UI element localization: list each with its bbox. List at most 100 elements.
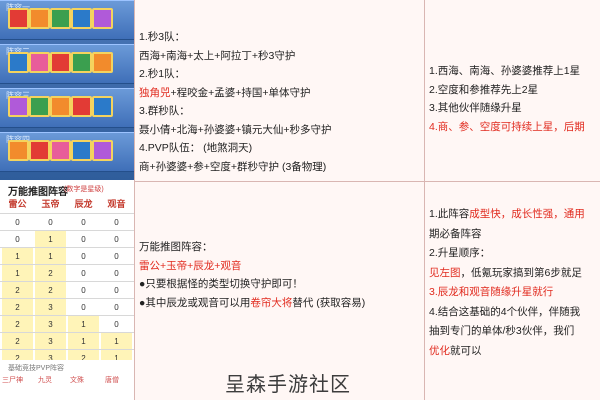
team-row: 阵容四 bbox=[0, 132, 134, 172]
table-cell: 2 bbox=[2, 316, 33, 333]
hero-avatar-icon bbox=[92, 140, 113, 161]
table-cell: 0 bbox=[114, 252, 119, 261]
table-cell: 0 bbox=[114, 320, 119, 329]
text-line: 优化就可以 bbox=[429, 342, 585, 362]
team-row: 阵容二 bbox=[0, 44, 134, 84]
text-line: 2.秒1队： bbox=[139, 68, 186, 80]
highlight-text: 雷公+玉帝+辰龙+观音 bbox=[139, 259, 242, 272]
table-cell: 0 bbox=[81, 235, 86, 244]
middle-bottom-text: 万能推图阵容： 雷公+玉帝+辰龙+观音 ●只要根据怪的类型切换守护即可！ ●其中… bbox=[139, 238, 365, 312]
table-cell: 1 bbox=[68, 333, 99, 350]
table-cell: 1 bbox=[68, 316, 99, 333]
table-cell: 0 bbox=[114, 218, 119, 227]
text-line: 独角兕+程咬金+孟婆+持国+单体守护 bbox=[139, 84, 332, 103]
table-row: 2311 bbox=[0, 332, 134, 350]
table-cell: 3 bbox=[35, 316, 66, 333]
hero-avatar-icon bbox=[50, 52, 71, 73]
highlight-text: 见左图 bbox=[429, 266, 461, 279]
pvp-name: 唐僧 bbox=[105, 377, 119, 384]
highlight-text: 3.辰龙和观音随缘升星就行 bbox=[429, 286, 554, 298]
hero-avatar-icon bbox=[50, 140, 71, 161]
hero-avatar-icon bbox=[71, 140, 92, 161]
header-cell: 雷公 bbox=[8, 199, 27, 209]
text-fragment: ，低氪玩家搞到第6步就足 bbox=[460, 266, 582, 279]
header-cell: 辰龙 bbox=[74, 199, 93, 209]
pvp-table-title: 基础竞技PVP阵容 bbox=[8, 365, 65, 372]
table-cell: 0 bbox=[48, 218, 53, 227]
text-line: 商+孙婆婆+参+空度+群秒守护 (3备物理) bbox=[139, 160, 327, 173]
hero-avatar-icon bbox=[8, 96, 29, 117]
table-cell: 1 bbox=[35, 248, 66, 265]
hero-avatar-icon bbox=[29, 8, 50, 29]
table-cell: 3 bbox=[35, 299, 66, 316]
hero-avatar-icon bbox=[8, 52, 29, 73]
hero-avatar-icon bbox=[8, 8, 29, 29]
table-cell: 0 bbox=[114, 286, 119, 295]
table-cell: 0 bbox=[114, 303, 119, 312]
team-row: 阵容三 bbox=[0, 88, 134, 128]
text-line: 1.此阵容成型快，成长性强，通用 bbox=[429, 205, 585, 225]
table-cell: 3 bbox=[35, 333, 66, 350]
star-table-header: 雷公 玉帝 辰龙 观音 bbox=[0, 196, 134, 212]
text-line: ●其中辰龙或观音可以用卷帘大将替代 (获取容易) bbox=[139, 294, 365, 313]
text-line: 见左图，低氪玩家搞到第6步就足 bbox=[429, 264, 585, 284]
hero-avatar-icon bbox=[92, 8, 113, 29]
table-cell: 2 bbox=[2, 333, 33, 350]
highlight-text: 独角兕 bbox=[139, 86, 171, 99]
highlight-text: 卷帘大将 bbox=[250, 296, 293, 309]
text-line: 2.空度和参推荐先上2星 bbox=[429, 83, 539, 96]
table-cell: 1 bbox=[2, 265, 33, 282]
hero-avatar-icon bbox=[50, 8, 71, 29]
hero-avatar-icon bbox=[71, 52, 92, 73]
table-cell: 1 bbox=[35, 231, 66, 248]
table-row: 231 0 bbox=[0, 315, 134, 333]
table-cell: 0 bbox=[81, 303, 86, 312]
pvp-name: 三尸神 bbox=[2, 377, 23, 384]
hero-avatar-icon bbox=[92, 52, 113, 73]
screenshot-page: 阵容一 阵容二 阵容三 bbox=[0, 0, 600, 400]
text-line: 1.西海、南海、孙婆婆推荐上1星 bbox=[429, 65, 581, 77]
hero-avatar-icon bbox=[8, 140, 29, 161]
table-row: 0 1 0 0 bbox=[0, 230, 134, 248]
text-fragment: +程咬金+孟婆+持国+单体守护 bbox=[170, 86, 311, 99]
left-column: 阵容一 阵容二 阵容三 bbox=[0, 0, 134, 400]
text-line: 西海+南海+太上+阿拉丁+秒3守护 bbox=[139, 49, 296, 62]
table-cell: 0 bbox=[114, 269, 119, 278]
grid-divider bbox=[134, 0, 135, 400]
table-row: 22 0 0 bbox=[0, 281, 134, 299]
hero-avatar-icon bbox=[71, 96, 92, 117]
pvp-name: 九灵 bbox=[38, 377, 52, 384]
middle-top-text: 1.秒3队： 西海+南海+太上+阿拉丁+秒3守护 2.秒1队： 独角兕+程咬金+… bbox=[139, 28, 332, 176]
text-fragment: 就可以 bbox=[450, 344, 482, 357]
table-cell: 0 bbox=[15, 235, 20, 244]
hero-avatar-icon bbox=[29, 52, 50, 73]
table-cell: 0 bbox=[81, 286, 86, 295]
hero-avatar-icon bbox=[71, 8, 92, 29]
highlight-text: 4.商、参、空度可持续上星，后期 bbox=[429, 120, 585, 133]
table-cell: 0 bbox=[81, 252, 86, 261]
text-line: 3.其他伙伴随缘升星 bbox=[429, 102, 522, 114]
text-line: 1.秒3队： bbox=[139, 31, 186, 43]
table-cell: 0 bbox=[15, 218, 20, 227]
table-row: 0 0 0 0 bbox=[0, 213, 134, 231]
text-fragment: 替代 (获取容易) bbox=[292, 296, 366, 309]
hero-avatar-icon bbox=[92, 96, 113, 117]
grid-divider bbox=[424, 0, 425, 400]
table-row: 12 0 0 bbox=[0, 264, 134, 282]
table-row: 23 0 0 bbox=[0, 298, 134, 316]
table-cell: 0 bbox=[81, 269, 86, 278]
text-line: 聂小倩+北海+孙婆婆+镇元大仙+秒多守护 bbox=[139, 123, 332, 136]
text-line: 2.升星顺序： bbox=[429, 247, 491, 259]
table-cell: 2 bbox=[35, 282, 66, 299]
text-line: 4.结合这基础的4个伙伴，伴随我 bbox=[429, 305, 581, 318]
hero-avatar-icon bbox=[29, 140, 50, 161]
game-screenshot-panel: 阵容一 阵容二 阵容三 bbox=[0, 0, 134, 180]
table-cell: 0 bbox=[81, 218, 86, 227]
right-bottom-text: 1.此阵容成型快，成长性强，通用 期必备阵容 2.升星顺序： 见左图，低氪玩家搞… bbox=[429, 205, 585, 361]
table-cell: 1 bbox=[2, 248, 33, 265]
site-watermark: 呈森手游社区 bbox=[225, 372, 351, 396]
text-line: ●只要根据怪的类型切换守护即可！ bbox=[139, 278, 303, 290]
text-fragment: ●其中辰龙或观音可以用 bbox=[139, 296, 251, 309]
text-line: 期必备阵容 bbox=[429, 227, 482, 240]
header-cell: 观音 bbox=[107, 199, 126, 209]
